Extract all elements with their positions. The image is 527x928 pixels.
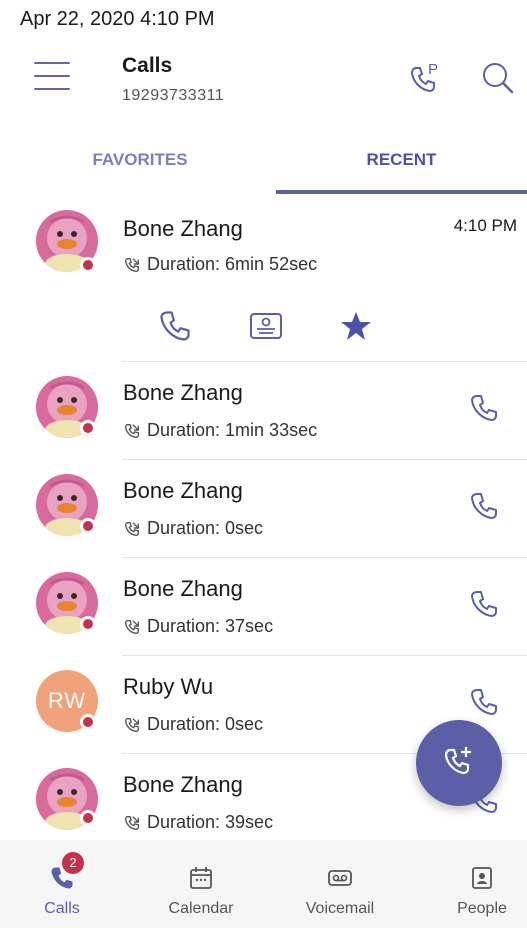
voicemail-icon [326, 864, 354, 892]
status-bar: Apr 22, 2020 4:10 PM [0, 0, 527, 40]
caller-name: Ruby Wu [123, 674, 214, 699]
presence-busy-icon [80, 810, 96, 826]
contact-card-icon [468, 864, 496, 892]
call-row[interactable]: Bone Zhang Duration: 37sec [0, 558, 527, 656]
app-header: Calls 19293733311 P [0, 40, 527, 122]
new-call-button[interactable] [416, 720, 502, 806]
svg-text:P: P [428, 61, 438, 78]
nav-voicemail[interactable]: Voicemail [285, 864, 395, 918]
nav-label: People [457, 900, 507, 917]
call-back-icon[interactable] [157, 308, 193, 344]
nav-label: Calls [44, 900, 80, 917]
call-back-icon[interactable] [468, 588, 500, 620]
call-back-icon[interactable] [468, 490, 500, 522]
call-duration: Duration: 0sec [123, 518, 263, 539]
duration-text: Duration: 0sec [147, 714, 264, 734]
caller-name: Bone Zhang [123, 772, 243, 797]
tab-favorites[interactable]: FAVORITES [40, 140, 240, 196]
phone-icon: 2 [48, 852, 84, 892]
page-title: Calls [122, 54, 173, 77]
caller-name: Bone Zhang [123, 576, 243, 601]
favorite-star-icon[interactable] [338, 308, 374, 344]
search-icon[interactable] [478, 58, 518, 98]
presence-busy-icon [80, 518, 96, 534]
presence-busy-icon [80, 257, 96, 273]
park-call-icon[interactable]: P [406, 58, 446, 98]
call-row[interactable]: Bone Zhang Duration: 6min 52sec 4:10 PM [0, 196, 527, 362]
nav-label: Calendar [168, 900, 234, 917]
duration-text: Duration: 39sec [147, 812, 274, 832]
nav-people[interactable]: People [427, 864, 527, 918]
missed-call-icon [123, 814, 141, 832]
notification-badge: 2 [62, 852, 84, 874]
call-row[interactable]: Bone Zhang Duration: 0sec [0, 460, 527, 558]
tab-recent[interactable]: RECENT [276, 140, 527, 196]
call-duration: Duration: 37sec [123, 616, 273, 637]
duration-text: Duration: 6min 52sec [147, 254, 318, 274]
tab-bar: FAVORITES RECENT [0, 140, 527, 196]
missed-call-icon [123, 256, 141, 274]
call-row[interactable]: Bone Zhang Duration: 1min 33sec [0, 362, 527, 460]
presence-busy-icon [80, 420, 96, 436]
add-call-icon [444, 747, 471, 775]
call-duration: Duration: 6min 52sec [123, 254, 317, 275]
presence-busy-icon [80, 616, 96, 632]
active-tab-indicator [276, 190, 527, 194]
call-back-icon[interactable] [468, 686, 500, 718]
call-back-icon[interactable] [468, 392, 500, 424]
presence-busy-icon [80, 714, 96, 730]
duration-text: Duration: 0sec [147, 518, 264, 538]
caller-name: Bone Zhang [123, 478, 243, 503]
missed-call-icon [123, 618, 141, 636]
caller-name: Bone Zhang [123, 216, 243, 241]
missed-call-icon [123, 520, 141, 538]
caller-name: Bone Zhang [123, 380, 243, 405]
calendar-icon [187, 864, 215, 892]
phone-number: 19293733311 [122, 87, 225, 104]
call-time: 4:10 PM [453, 216, 517, 235]
status-datetime: Apr 22, 2020 4:10 PM [20, 8, 215, 30]
contact-card-icon[interactable] [248, 308, 284, 344]
nav-label: Voicemail [305, 900, 375, 917]
bottom-navigation: 2 Calls Calendar Voicemail People [0, 840, 527, 928]
call-duration: Duration: 1min 33sec [123, 420, 317, 441]
missed-call-icon [123, 716, 141, 734]
menu-icon[interactable] [34, 62, 70, 92]
nav-calls[interactable]: 2 Calls [7, 852, 117, 918]
call-duration: Duration: 0sec [123, 714, 263, 735]
duration-text: Duration: 37sec [147, 616, 274, 636]
missed-call-icon [123, 422, 141, 440]
duration-text: Duration: 1min 33sec [147, 420, 318, 440]
call-duration: Duration: 39sec [123, 812, 273, 833]
nav-calendar[interactable]: Calendar [146, 864, 256, 918]
